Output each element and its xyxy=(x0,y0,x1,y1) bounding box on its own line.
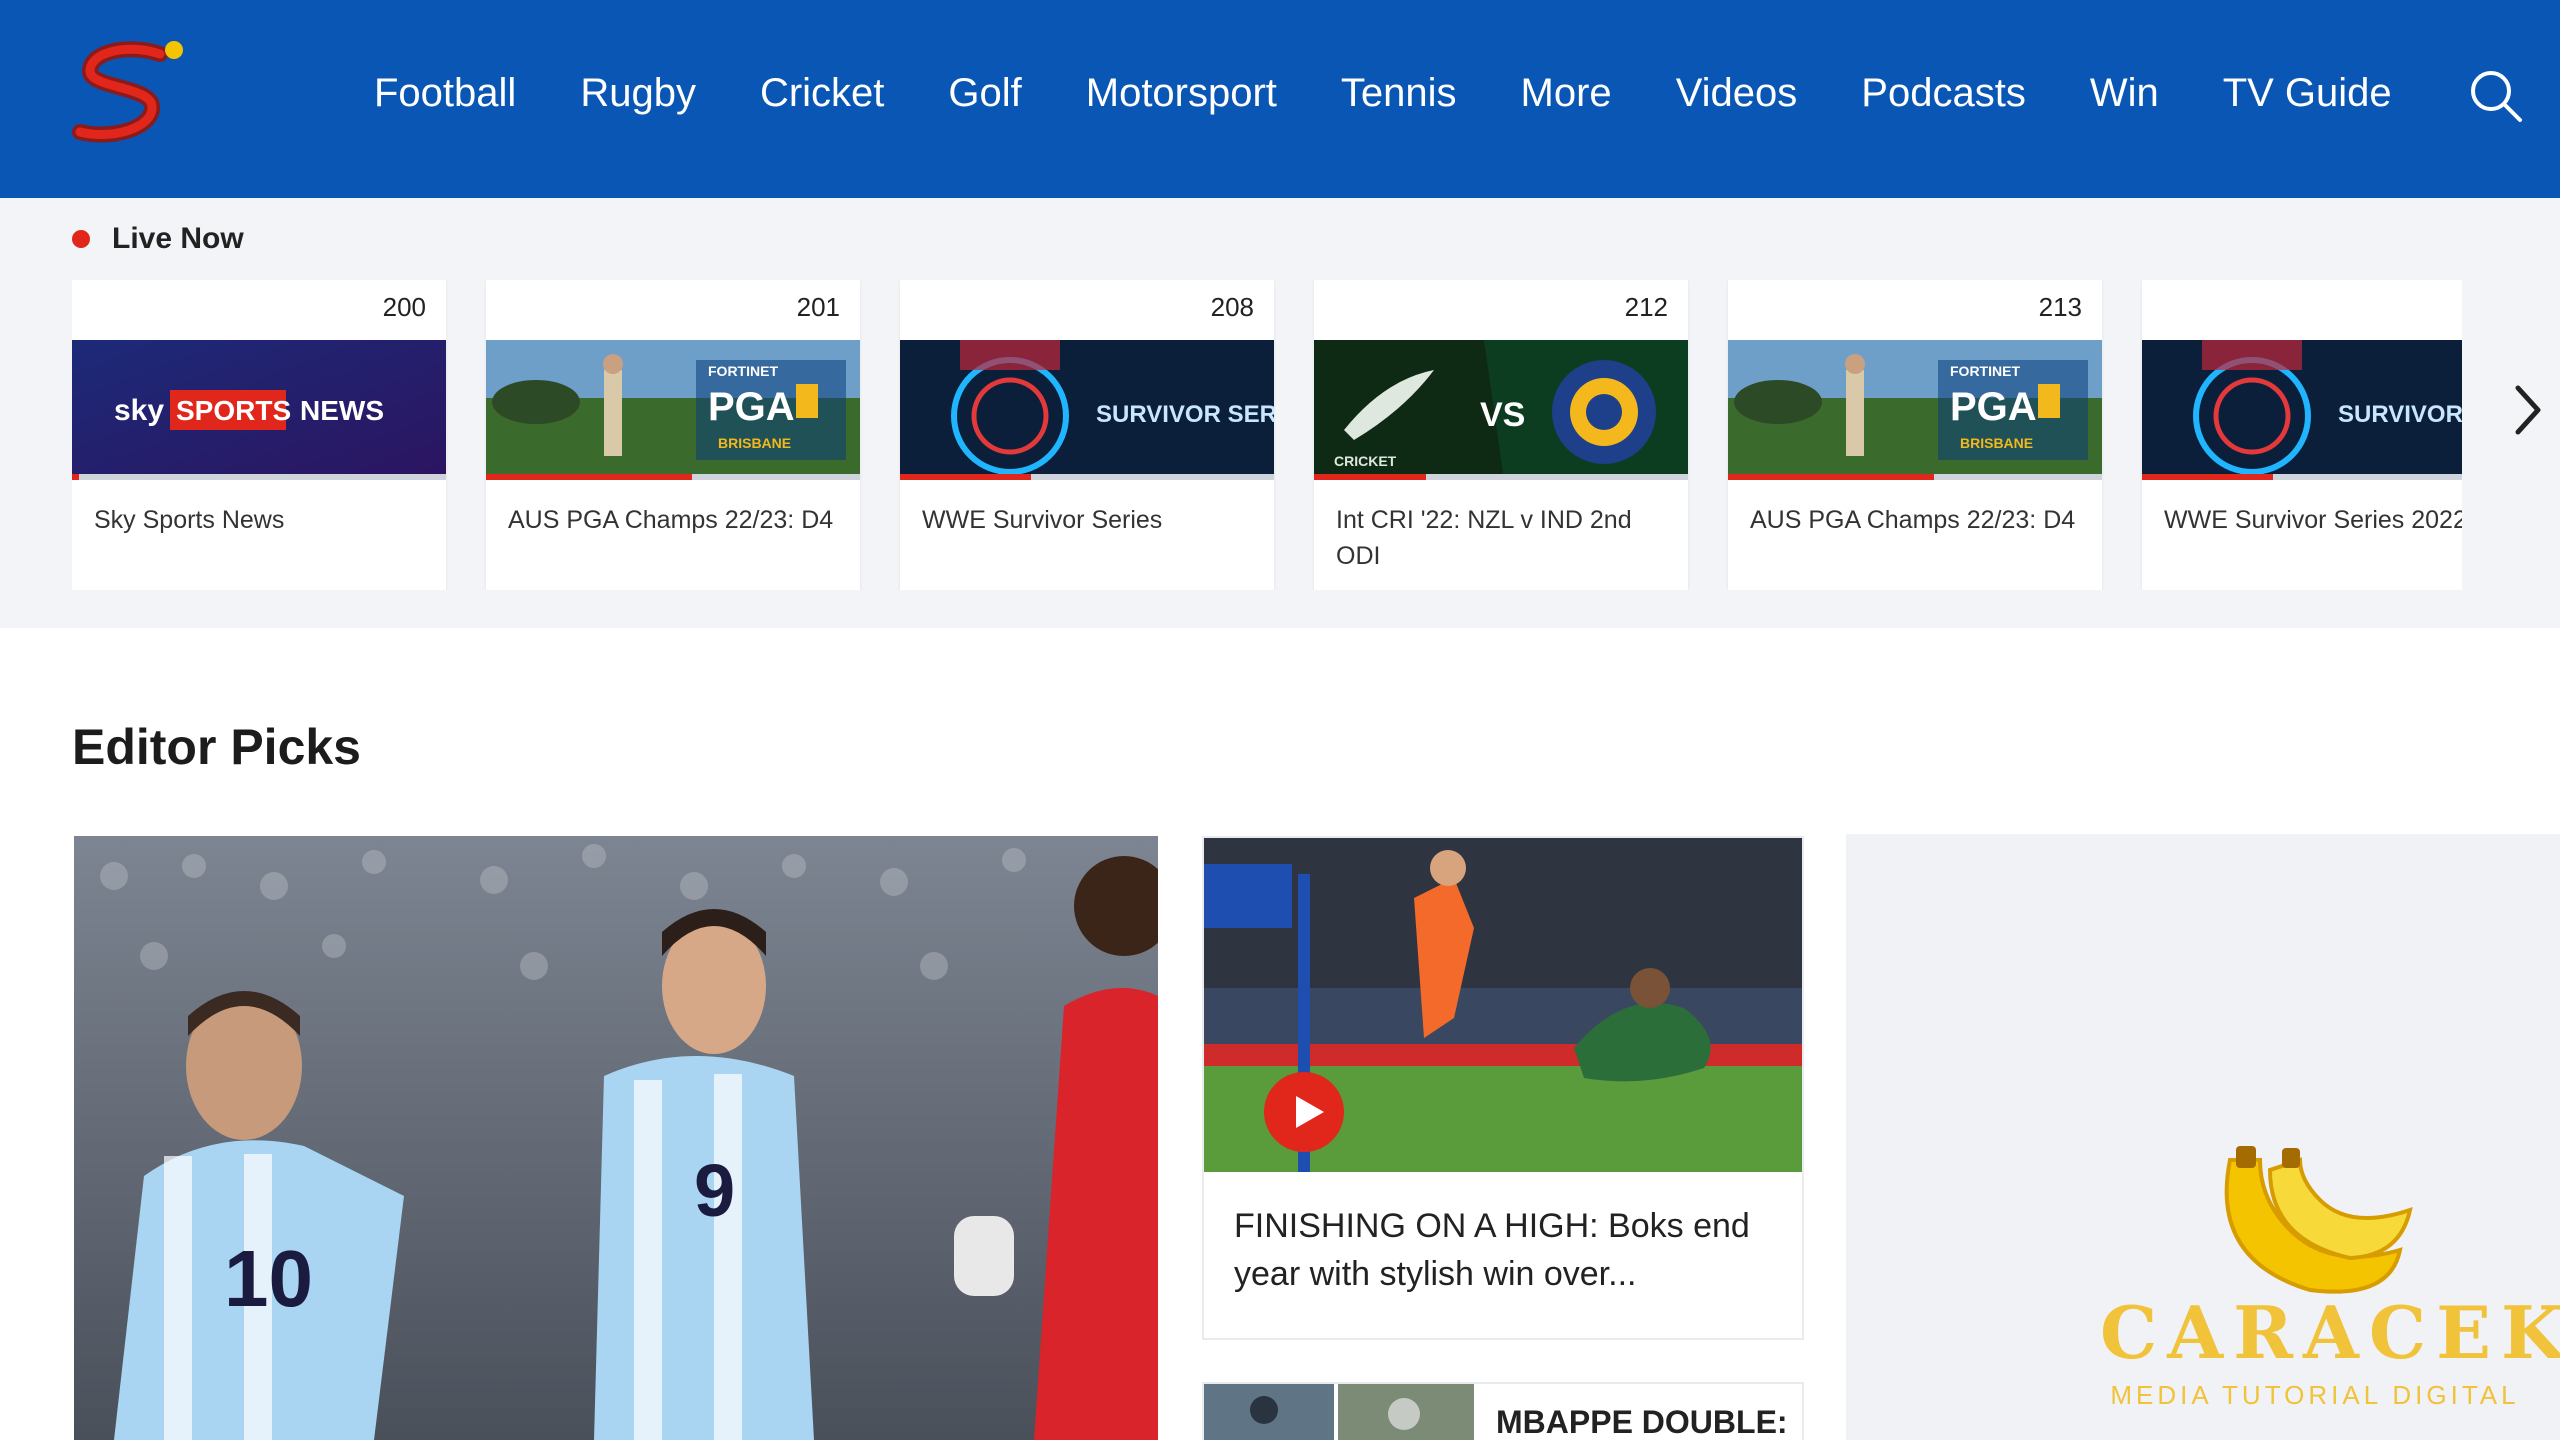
main-story-image[interactable]: 10 9 xyxy=(74,836,1158,1440)
channel-number: 200 xyxy=(382,292,426,322)
channel-title: WWE Survivor Series xyxy=(922,506,1163,534)
live-now-section: Live Now 200 sky SPORTS NEWS Sky Sports … xyxy=(0,198,2560,628)
live-now-header: Live Now xyxy=(72,222,244,256)
nav-podcasts[interactable]: Podcasts xyxy=(1861,71,2026,116)
progress-fill xyxy=(2142,474,2273,480)
banana-icon xyxy=(2224,1146,2413,1294)
channel-title: WWE Survivor Series 2022 xyxy=(2164,506,2462,534)
thumb-text: PGA xyxy=(1950,385,2037,429)
channel-title: Int CRI '22: NZL v IND 2nd ODI xyxy=(1336,506,1632,570)
progress-bar xyxy=(900,474,1274,480)
channel-number: 212 xyxy=(1624,292,1668,322)
chevron-right-icon[interactable] xyxy=(2510,378,2546,442)
mini-story-headline[interactable]: MBAPPE DOUBLE: xyxy=(1496,1404,1788,1440)
progress-fill xyxy=(72,474,80,480)
nav-videos[interactable]: Videos xyxy=(1676,71,1798,116)
nav-motorsport[interactable]: Motorsport xyxy=(1086,71,1277,116)
channel-card[interactable]: 212 CRICKET VS Int CRI '22: NZL v IND 2n… xyxy=(1314,280,1688,590)
channel-number: 208 xyxy=(1210,292,1254,322)
channel-card[interactable]: 200 sky SPORTS NEWS Sky Sports News xyxy=(72,280,446,590)
progress-bar xyxy=(1314,474,1688,480)
thumb-text: BRISBANE xyxy=(1960,435,2033,451)
thumb-text: sky xyxy=(114,394,164,427)
channel-number: 213 xyxy=(2038,292,2082,322)
side-story-headline[interactable]: FINISHING ON A HIGH: Boks end year with … xyxy=(1234,1202,1778,1298)
channel-card[interactable]: 213 FORTINET PGA BRISBANE AUS PGA Champs… xyxy=(1728,280,2102,590)
top-nav: Football Rugby Cricket Golf Motorsport T… xyxy=(0,0,2560,198)
thumb-text: NEWS xyxy=(300,395,384,426)
progress-bar xyxy=(72,474,446,480)
channel-title: AUS PGA Champs 22/23: D4 xyxy=(1750,506,2076,534)
progress-fill xyxy=(1728,474,1934,480)
thumb-text: SPORTS xyxy=(176,395,291,426)
channel-card[interactable]: 201 FORTINET PGA BRISBANE AUS PGA Champs… xyxy=(486,280,860,590)
thumb-text: SURVIVOR SERIES xyxy=(1096,401,1274,428)
nav-golf[interactable]: Golf xyxy=(948,71,1021,116)
live-now-label: Live Now xyxy=(112,222,244,255)
channel-thumbnail[interactable]: FORTINET PGA BRISBANE xyxy=(1728,340,2102,480)
thumb-text: BRISBANE xyxy=(718,435,791,451)
search-icon[interactable] xyxy=(2466,66,2526,126)
progress-bar xyxy=(2142,474,2462,480)
channel-thumbnail[interactable]: sky SPORTS NEWS xyxy=(72,340,446,480)
thumb-text: VS xyxy=(1480,396,1525,434)
channel-title: Sky Sports News xyxy=(94,506,285,534)
svg-text:10: 10 xyxy=(224,1234,313,1323)
nav-win[interactable]: Win xyxy=(2090,71,2159,116)
nav-tennis[interactable]: Tennis xyxy=(1341,71,1457,116)
nav-tv-guide[interactable]: TV Guide xyxy=(2223,71,2392,116)
channel-card[interactable]: 2 SURVIVOR SE WWE Survivor Series 2022 xyxy=(2142,280,2462,590)
live-dot-icon xyxy=(72,230,90,248)
mini-story-card[interactable]: MBAPPE DOUBLE: xyxy=(1202,1382,1804,1440)
progress-fill xyxy=(900,474,1031,480)
channel-thumbnail[interactable]: SURVIVOR SERIES xyxy=(900,340,1274,480)
thumb-text: FORTINET xyxy=(1950,363,2020,379)
channel-number: 201 xyxy=(796,292,840,322)
svg-text:9: 9 xyxy=(694,1149,735,1232)
caracek-watermark: CARACEK MEDIA TUTORIAL DIGITAL xyxy=(2100,1140,2560,1440)
channel-title: AUS PGA Champs 22/23: D4 xyxy=(508,506,834,534)
mini-story-image[interactable] xyxy=(1204,1384,1474,1440)
supersport-logo[interactable] xyxy=(72,36,192,152)
nav-football[interactable]: Football xyxy=(374,71,516,116)
progress-bar xyxy=(1728,474,2102,480)
channel-thumbnail[interactable]: SURVIVOR SE xyxy=(2142,340,2462,480)
nav-cricket[interactable]: Cricket xyxy=(760,71,884,116)
nav-menu: Football Rugby Cricket Golf Motorsport T… xyxy=(374,0,2392,186)
watermark-tagline: MEDIA TUTORIAL DIGITAL xyxy=(2110,1380,2520,1410)
live-channel-carousel[interactable]: 200 sky SPORTS NEWS Sky Sports News 201 xyxy=(72,280,2462,590)
progress-fill xyxy=(1314,474,1427,480)
nav-rugby[interactable]: Rugby xyxy=(580,71,696,116)
thumb-text: FORTINET xyxy=(708,363,778,379)
thumb-text: CRICKET xyxy=(1334,453,1397,469)
nav-more[interactable]: More xyxy=(1521,71,1612,116)
progress-bar xyxy=(486,474,860,480)
editor-picks-title: Editor Picks xyxy=(72,719,361,775)
thumb-text: SURVIVOR SE xyxy=(2338,401,2462,428)
side-story-card[interactable]: FINISHING ON A HIGH: Boks end year with … xyxy=(1202,836,1804,1340)
channel-thumbnail[interactable]: CRICKET VS xyxy=(1314,340,1688,480)
thumb-text: PGA xyxy=(708,385,795,429)
progress-fill xyxy=(486,474,692,480)
channel-card[interactable]: 208 SURVIVOR SERIES WWE Survivor Series xyxy=(900,280,1274,590)
channel-thumbnail[interactable]: FORTINET PGA BRISBANE xyxy=(486,340,860,480)
watermark-name: CARACEK xyxy=(2100,1290,2560,1375)
play-icon[interactable] xyxy=(1262,1070,1346,1154)
